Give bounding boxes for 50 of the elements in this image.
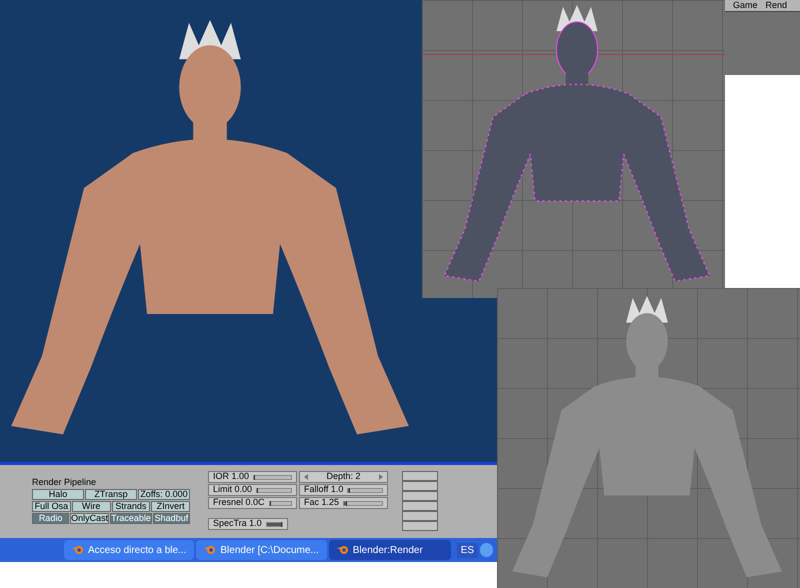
toggle-button[interactable]: Halo xyxy=(32,489,84,500)
slider-handle[interactable] xyxy=(270,500,271,506)
toggle-button[interactable]: OnlyCast xyxy=(70,513,110,524)
slider[interactable]: Falloff 1.0 xyxy=(299,484,388,496)
app-icon xyxy=(204,545,216,555)
toggle-button[interactable]: Wire xyxy=(72,501,110,512)
empty-button[interactable] xyxy=(402,491,438,501)
toggle-button[interactable]: Traceable xyxy=(110,513,152,524)
app-icon xyxy=(72,545,84,555)
tray-icon xyxy=(480,543,493,557)
taskbar-button[interactable]: Acceso directo a ble... xyxy=(64,540,194,560)
number-value: Depth: 2 xyxy=(326,470,361,484)
taskbar-button[interactable]: Blender [C:\Docume... xyxy=(196,540,327,560)
slider-handle[interactable] xyxy=(281,522,282,526)
number-field[interactable]: Zoffs: 0.000 xyxy=(138,489,190,500)
slider-label: SpecTra 1.0 xyxy=(213,517,262,530)
slider[interactable]: Limit 0.00 xyxy=(208,484,297,496)
right-arrow-icon xyxy=(379,474,383,480)
slider[interactable]: Fac 1.25 xyxy=(299,497,388,509)
slider-handle[interactable] xyxy=(349,488,350,492)
empty-button[interactable] xyxy=(402,521,438,531)
taskbar-button[interactable]: Blender:Render xyxy=(328,540,451,560)
language-indicator: ES xyxy=(456,542,478,558)
slider[interactable]: IOR 1.00 xyxy=(208,471,297,483)
toggle-button[interactable]: Radio xyxy=(32,513,70,524)
slider-label: IOR 1.00 xyxy=(213,470,250,484)
toggle-button[interactable]: ZInvert xyxy=(151,501,190,512)
slider-label: Fresnel 0.0C xyxy=(213,496,265,510)
left-arrow-icon xyxy=(304,474,308,480)
slider-label: Limit 0.00 xyxy=(213,483,252,496)
toggle-button[interactable]: Shadbuf xyxy=(152,513,190,524)
menu-item[interactable]: Rend xyxy=(766,0,788,11)
slider[interactable]: Fresnel 0.0C xyxy=(208,497,297,509)
empty-button[interactable] xyxy=(402,471,438,481)
slider-handle[interactable] xyxy=(254,474,256,480)
app-icon xyxy=(336,545,349,555)
toggle-button[interactable]: Strands xyxy=(112,501,150,512)
empty-button[interactable] xyxy=(402,501,438,511)
number-field[interactable]: Depth: 2 xyxy=(299,471,388,483)
section-title: Render Pipeline xyxy=(32,477,98,488)
slider-handle[interactable] xyxy=(257,488,258,492)
slider[interactable]: SpecTra 1.0 xyxy=(208,518,288,530)
slider-label: Fac 1.25 xyxy=(304,496,340,510)
slider-handle[interactable] xyxy=(346,500,348,506)
toggle-button[interactable]: Full Osa xyxy=(32,501,71,512)
menu-item[interactable]: Game xyxy=(733,0,758,11)
empty-button[interactable] xyxy=(402,511,438,521)
toggle-button[interactable]: ZTransp xyxy=(85,489,137,500)
slider-label: Falloff 1.0 xyxy=(304,483,344,496)
empty-button[interactable] xyxy=(402,481,438,491)
